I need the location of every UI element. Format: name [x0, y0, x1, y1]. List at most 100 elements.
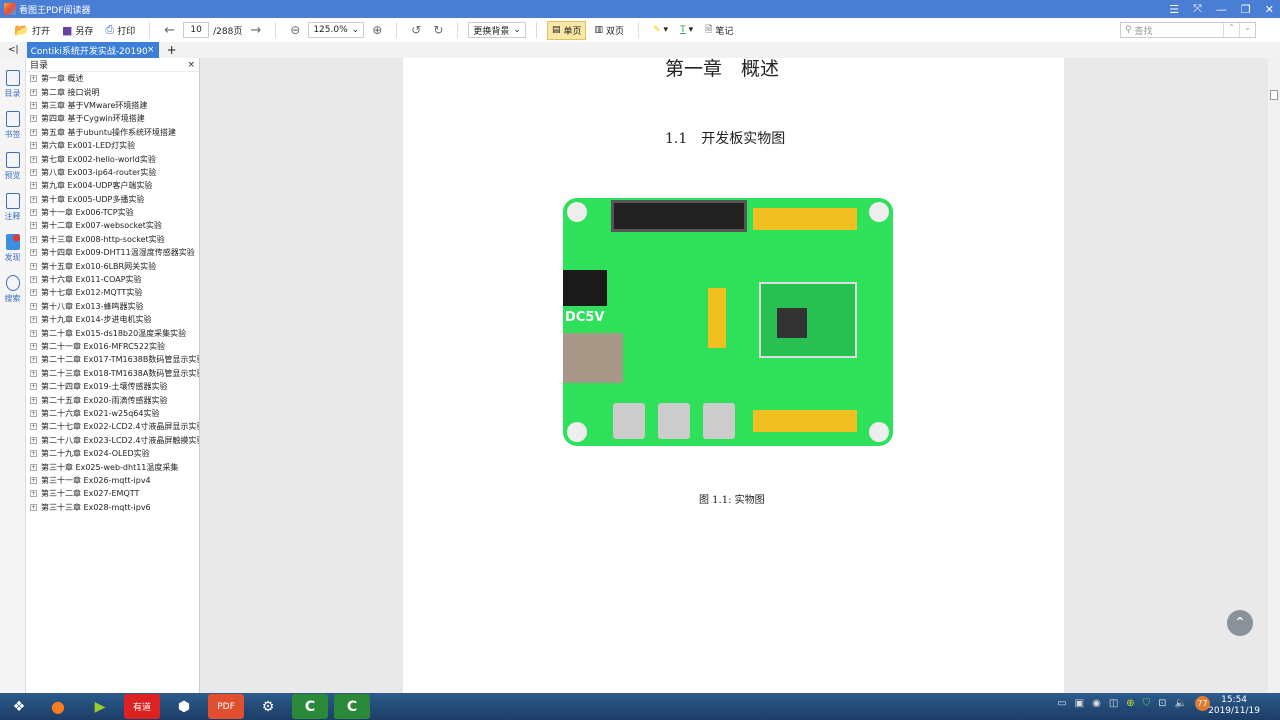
sidebar-item-preview[interactable]: 预览	[0, 152, 25, 181]
expand-icon[interactable]: +	[30, 436, 37, 444]
outline-item[interactable]: + 第三十一章 Ex026-mqtt-ipv4	[26, 474, 199, 487]
outline-item[interactable]: + 第七章 Ex002-hello-world实验	[26, 152, 199, 165]
expand-icon[interactable]: +	[30, 168, 37, 176]
outline-item[interactable]: + 第二十二章 Ex017-TM1638B数码管显示实验	[26, 353, 199, 366]
outline-item[interactable]: + 第十三章 Ex008-http-socket实验	[26, 233, 199, 246]
expand-icon[interactable]: +	[30, 88, 37, 96]
outline-item[interactable]: + 第三十章 Ex025-web-dht11温度采集	[26, 460, 199, 473]
volume-icon[interactable]: 🔈	[1175, 698, 1187, 711]
single-page-button[interactable]: ▤ 单页	[546, 20, 587, 40]
vm-task[interactable]: ⬢	[166, 694, 202, 719]
close-button[interactable]: ✕	[1265, 3, 1274, 16]
outline-item[interactable]: + 第十二章 Ex007-websocket实验	[26, 219, 199, 232]
outline-item[interactable]: + 第十七章 Ex012-MQTT实验	[26, 286, 199, 299]
expand-icon[interactable]: +	[30, 329, 37, 337]
expand-icon[interactable]: +	[30, 128, 37, 136]
expand-icon[interactable]: +	[30, 195, 37, 203]
expand-icon[interactable]: +	[30, 343, 37, 350]
tool-task[interactable]: ⚙	[250, 694, 286, 719]
expand-icon[interactable]: +	[30, 182, 37, 190]
outline-item[interactable]: + 第三十三章 Ex028-mqtt-ipv6	[26, 501, 199, 514]
tray-icon[interactable]: ◉	[1092, 698, 1101, 711]
outline-item[interactable]: + 第二十五章 Ex020-雨滴传感器实验	[26, 393, 199, 406]
search-prev-button[interactable]: ⌃	[1223, 23, 1239, 37]
outline-item[interactable]: + 第十五章 Ex010-6LBR网关实验	[26, 259, 199, 272]
sidebar-item-search[interactable]: 搜索	[0, 275, 25, 304]
sidebar-item-discover[interactable]: 发现	[0, 234, 25, 263]
expand-icon[interactable]: +	[30, 249, 37, 257]
double-page-button[interactable]: ▥ 双页	[590, 22, 628, 39]
tray-icon[interactable]: ▭	[1057, 698, 1066, 711]
tray-icon[interactable]: ▣	[1075, 698, 1084, 711]
zoom-select[interactable]: 125.0% ⌄	[308, 22, 365, 38]
notes-button[interactable]: 🗎 笔记	[701, 20, 737, 40]
page-number-input[interactable]: 10	[183, 22, 210, 38]
maximize-button[interactable]: ❐	[1241, 3, 1251, 16]
document-viewer[interactable]: 第一章 概述 1.1 开发板实物图 DC5V 图 1.1: 实物图 ⌃	[200, 58, 1268, 693]
sidebar-item-annotations[interactable]: 注释	[0, 193, 25, 222]
outline-item[interactable]: + 第十六章 Ex011-COAP实验	[26, 273, 199, 286]
expand-icon[interactable]: +	[30, 463, 37, 471]
expand-icon[interactable]: +	[30, 155, 37, 163]
expand-icon[interactable]: +	[30, 302, 37, 310]
outline-item[interactable]: + 第二十一章 Ex016-MFRC522实验	[26, 340, 199, 353]
outline-item[interactable]: + 第二章 接口说明	[26, 85, 199, 98]
outline-item[interactable]: + 第十八章 Ex013-蜂鸣器实验	[26, 300, 199, 313]
tray-icon[interactable]: ◫	[1109, 698, 1118, 711]
background-select[interactable]: 更换背景 ⌄	[468, 22, 526, 38]
outline-item[interactable]: + 第八章 Ex003-ip64-router实验	[26, 166, 199, 179]
fullscreen-icon[interactable]: ⤧	[1193, 2, 1202, 16]
rotate-left-button[interactable]: ↺	[407, 21, 425, 39]
search-input[interactable]: ⚲ 查找 ⌃ ⌄	[1120, 22, 1256, 38]
outline-item[interactable]: + 第二十九章 Ex024-OLED实验	[26, 447, 199, 460]
ide-task-1[interactable]: C	[292, 694, 328, 719]
outline-close-button[interactable]: ×	[187, 60, 195, 70]
outline-item[interactable]: + 第十九章 Ex014-步进电机实验	[26, 313, 199, 326]
start-button[interactable]: ❖	[4, 694, 34, 719]
tab-document[interactable]: Contiki系统开发实战-2019041 ×	[26, 42, 159, 58]
expand-icon[interactable]: +	[30, 222, 37, 230]
expand-icon[interactable]: +	[30, 490, 37, 498]
expand-icon[interactable]: +	[30, 503, 37, 511]
youdao-task[interactable]: 有道	[124, 694, 160, 719]
expand-icon[interactable]: +	[30, 316, 37, 324]
next-page-button[interactable]: →	[246, 21, 265, 40]
text-button[interactable]: T ▾	[676, 23, 697, 37]
expand-icon[interactable]: +	[30, 276, 37, 284]
ide-task-2[interactable]: C	[334, 694, 370, 719]
expand-icon[interactable]: +	[30, 423, 37, 431]
zoom-in-button[interactable]: ⊕	[368, 21, 386, 39]
expand-icon[interactable]: +	[30, 409, 37, 417]
rotate-right-button[interactable]: ↻	[429, 21, 447, 39]
outline-item[interactable]: + 第二十八章 Ex023-LCD2.4寸液晶屏触摸实验	[26, 434, 199, 447]
expand-icon[interactable]: +	[30, 262, 37, 270]
open-button[interactable]: 📂 打开	[10, 21, 54, 39]
outline-item[interactable]: + 第四章 基于Cygwin环境搭建	[26, 112, 199, 125]
outline-item[interactable]: + 第六章 Ex001-LED灯实验	[26, 139, 199, 152]
outline-item[interactable]: + 第三十二章 Ex027-EMQTT	[26, 487, 199, 500]
expand-icon[interactable]: +	[30, 396, 37, 404]
tray-icon[interactable]: ⊕	[1126, 698, 1134, 711]
menu-icon[interactable]: ☰	[1169, 3, 1179, 16]
expand-icon[interactable]: +	[30, 356, 37, 364]
sidebar-item-bookmarks[interactable]: 书签	[0, 111, 25, 140]
search-next-button[interactable]: ⌄	[1239, 23, 1255, 37]
outline-item[interactable]: + 第三章 基于VMware环境搭建	[26, 99, 199, 112]
expand-icon[interactable]: +	[30, 101, 37, 109]
outline-item[interactable]: + 第二十四章 Ex019-土壤传感器实验	[26, 380, 199, 393]
expand-icon[interactable]: +	[30, 209, 37, 217]
expand-icon[interactable]: +	[30, 235, 37, 243]
tab-close-icon[interactable]: ×	[147, 45, 155, 55]
print-button[interactable]: ⎙ 打印	[101, 21, 139, 39]
outline-item[interactable]: + 第一章 概述	[26, 72, 199, 85]
saveas-button[interactable]: ■ 另存	[58, 22, 97, 39]
expand-icon[interactable]: +	[30, 142, 37, 150]
expand-icon[interactable]: +	[30, 383, 37, 391]
new-tab-button[interactable]: +	[167, 43, 177, 57]
expand-icon[interactable]: +	[30, 289, 37, 297]
minimize-button[interactable]: —	[1216, 3, 1227, 16]
firefox-task[interactable]: ●	[40, 694, 76, 719]
media-task[interactable]: ▶	[82, 694, 118, 719]
outline-item[interactable]: + 第十章 Ex005-UDP多播实验	[26, 193, 199, 206]
scrollbar-thumb[interactable]	[1270, 90, 1278, 100]
